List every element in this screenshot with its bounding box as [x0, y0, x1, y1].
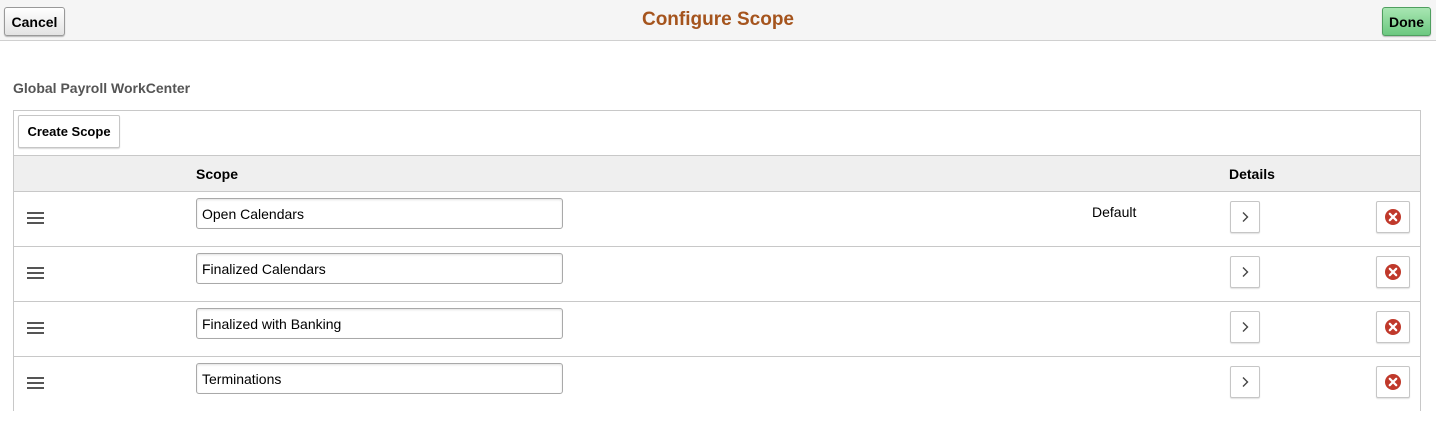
drag-handle-icon[interactable]: [27, 322, 44, 335]
create-scope-button[interactable]: Create Scope: [18, 115, 120, 148]
section-title: Global Payroll WorkCenter: [13, 80, 191, 96]
page-title: Configure Scope: [641, 9, 794, 30]
table-row: [14, 357, 1420, 412]
chevron-right-icon: [1242, 377, 1249, 387]
chevron-right-icon: [1242, 212, 1249, 222]
scope-grid: Create Scope Scope Details Default: [13, 110, 1421, 412]
done-button[interactable]: Done: [1382, 7, 1431, 36]
delete-circle-icon: [1385, 374, 1401, 390]
scope-name-input[interactable]: [196, 253, 563, 284]
scope-name-input[interactable]: [196, 198, 563, 229]
delete-button[interactable]: [1376, 311, 1410, 343]
delete-button[interactable]: [1376, 366, 1410, 398]
details-button[interactable]: [1230, 201, 1260, 233]
scope-name-input[interactable]: [196, 308, 563, 339]
delete-button[interactable]: [1376, 256, 1410, 288]
column-header-scope: Scope: [196, 166, 239, 182]
drag-handle-icon[interactable]: [27, 267, 44, 280]
table-row: Default: [14, 192, 1420, 247]
drag-handle-icon[interactable]: [27, 377, 44, 390]
details-button[interactable]: [1230, 366, 1260, 398]
drag-handle-icon[interactable]: [27, 212, 44, 225]
table-row: [14, 302, 1420, 357]
delete-circle-icon: [1385, 319, 1401, 335]
grid-toolbar: Create Scope: [14, 111, 1420, 156]
header-bar: Cancel Configure Scope Done: [0, 0, 1436, 41]
chevron-right-icon: [1242, 322, 1249, 332]
chevron-right-icon: [1242, 267, 1249, 277]
details-button[interactable]: [1230, 311, 1260, 343]
delete-button[interactable]: [1376, 201, 1410, 233]
delete-circle-icon: [1385, 209, 1401, 225]
delete-circle-icon: [1385, 264, 1401, 280]
details-button[interactable]: [1230, 256, 1260, 288]
column-header-details: Details: [1229, 166, 1275, 182]
default-label: Default: [1092, 204, 1137, 220]
grid-column-header: Scope Details: [14, 156, 1420, 192]
scope-name-input[interactable]: [196, 363, 563, 394]
table-row: [14, 247, 1420, 302]
